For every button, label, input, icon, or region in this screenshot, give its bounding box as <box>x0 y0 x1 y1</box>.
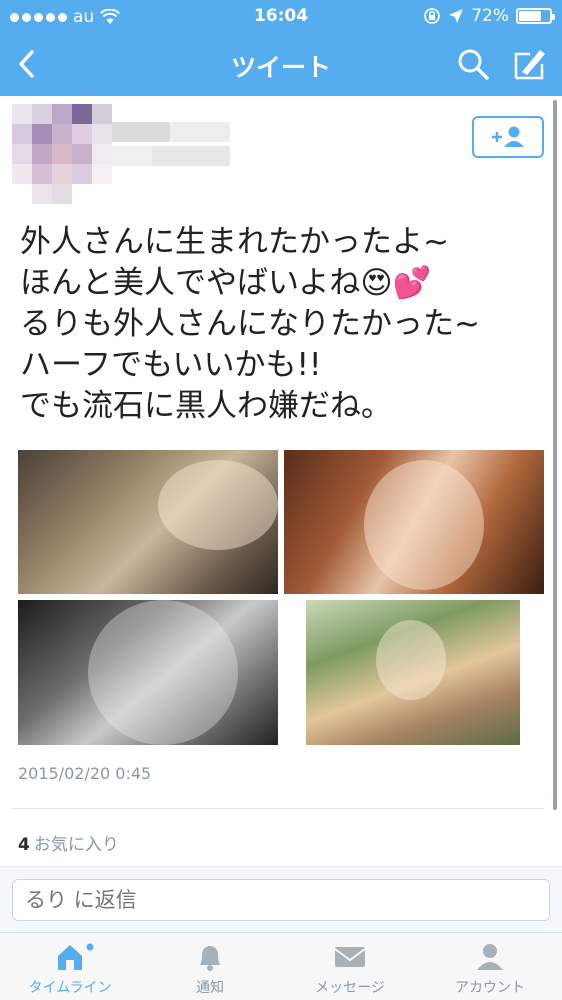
reply-input[interactable] <box>12 879 550 921</box>
tweet-line: ほんと美人でやばいよね😍💕 <box>20 265 432 301</box>
tweet-photo-4[interactable] <box>306 600 520 745</box>
favorites-number: 4 <box>18 835 30 855</box>
compose-button[interactable] <box>510 44 550 84</box>
status-bar: au 16:04 72% <box>0 0 562 34</box>
location-arrow-icon <box>449 9 464 23</box>
avatar[interactable] <box>12 104 112 204</box>
tweet-line: でも流石に黒人わ嫌だね。 <box>20 388 392 424</box>
tab-notifications[interactable]: 通知 <box>140 933 280 1000</box>
header: au 16:04 72% ツイート <box>0 0 562 96</box>
search-button[interactable] <box>455 46 491 82</box>
bell-icon <box>200 946 220 971</box>
tweet-timestamp: 2015/02/20 0:45 <box>18 764 152 783</box>
tab-label: 通知 <box>196 980 224 996</box>
divider <box>12 808 544 809</box>
battery-icon <box>516 8 555 24</box>
tab-timeline[interactable]: タイムライン <box>0 933 140 1000</box>
tweet-line: 外人さんに生まれたかったよ~ <box>20 224 449 260</box>
favorites-count[interactable]: 4 お気に入り <box>18 830 119 855</box>
tab-messages[interactable]: メッセージ <box>280 933 420 1000</box>
tab-account[interactable]: アカウント <box>420 933 560 1000</box>
author-name[interactable] <box>112 122 230 166</box>
tweet-photo-2[interactable] <box>284 450 544 594</box>
battery-percent: 72% <box>471 6 509 26</box>
nav-bar: ツイート <box>0 34 562 96</box>
tab-label: メッセージ <box>315 980 385 996</box>
tweet-text: 外人さんに生まれたかったよ~ ほんと美人でやばいよね😍💕 るりも外人さんになりた… <box>20 222 540 427</box>
rotation-lock-icon <box>424 8 441 24</box>
tweet-line: るりも外人さんになりたかった~ <box>20 306 480 342</box>
person-icon <box>477 944 503 970</box>
follow-button[interactable] <box>472 116 544 158</box>
tab-label: アカウント <box>455 980 525 996</box>
home-icon <box>58 943 94 970</box>
reply-bar <box>0 866 562 932</box>
tab-bar: タイムライン 通知 メッセージ アカウント <box>0 932 562 1000</box>
favorites-label: お気に入り <box>33 835 119 855</box>
tweet-photo-1[interactable] <box>18 450 278 594</box>
tab-label: タイムライン <box>28 980 112 996</box>
tweet-photo-3[interactable] <box>18 600 278 745</box>
add-user-icon <box>492 126 524 147</box>
envelope-icon <box>334 947 366 967</box>
tweet-line: ハーフでもいいかも!! <box>20 347 322 383</box>
scrollbar[interactable] <box>553 100 557 810</box>
